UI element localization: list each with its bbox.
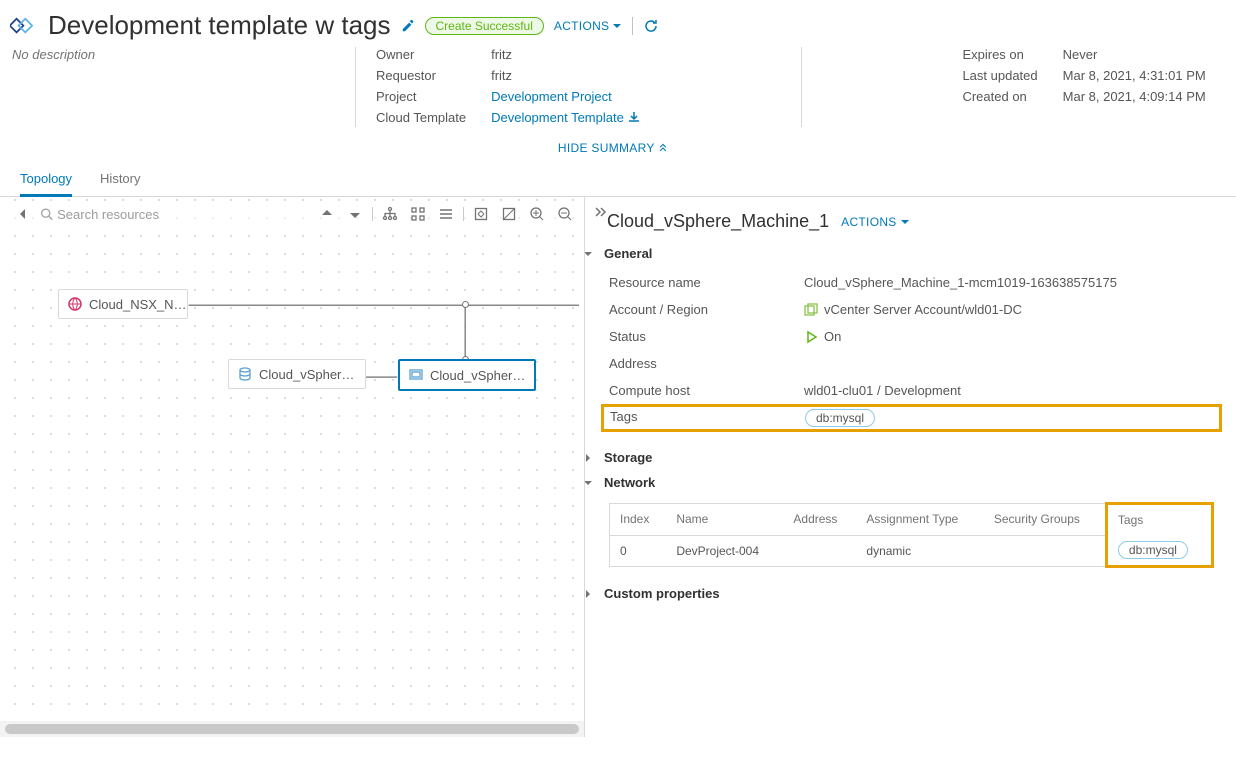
- col-security-groups: Security Groups: [984, 504, 1107, 536]
- status-value: On: [824, 329, 841, 344]
- col-index: Index: [610, 504, 667, 536]
- layout-tree-button[interactable]: [379, 203, 401, 225]
- topology-node-vsphere-machine[interactable]: Cloud_vSpher…: [398, 359, 536, 391]
- cell-index: 0: [610, 535, 667, 567]
- search-icon: [40, 207, 53, 221]
- tag-pill: db:mysql: [805, 409, 875, 427]
- resource-actions-dropdown[interactable]: ACTIONS: [841, 215, 909, 229]
- owner-value: fritz: [491, 47, 641, 62]
- cell-address: [783, 535, 856, 567]
- updated-label: Last updated: [962, 68, 1037, 83]
- chevron-down-icon: [585, 477, 594, 489]
- compute-host-label: Compute host: [609, 383, 804, 398]
- col-name: Name: [666, 504, 783, 536]
- vm-icon: [408, 367, 424, 383]
- tags-label: Tags: [610, 409, 805, 427]
- vcenter-icon: [804, 303, 818, 317]
- cell-name: DevProject-004: [666, 535, 783, 567]
- updated-value: Mar 8, 2021, 4:31:01 PM: [1063, 68, 1206, 83]
- network-icon: [67, 296, 83, 312]
- col-tags: Tags: [1106, 504, 1212, 536]
- chevron-right-icon: [585, 588, 594, 600]
- fit-screen-button[interactable]: [470, 203, 492, 225]
- cell-security-groups: [984, 535, 1107, 567]
- app-logo-icon: [10, 14, 38, 38]
- collapse-panel-button[interactable]: [12, 203, 34, 225]
- created-label: Created on: [962, 89, 1037, 104]
- status-label: Status: [609, 329, 804, 344]
- section-toggle-storage[interactable]: Storage: [585, 450, 1214, 465]
- tag-pill: db:mysql: [1118, 541, 1188, 559]
- account-region-value: vCenter Server Account/wld01-DC: [824, 302, 1022, 317]
- power-on-icon: [804, 330, 818, 344]
- expires-value: Never: [1063, 47, 1206, 62]
- table-row[interactable]: 0 DevProject-004 dynamic db:mysql: [610, 535, 1213, 567]
- double-chevron-right-icon: [593, 205, 607, 219]
- chevron-left-icon: [15, 206, 31, 222]
- tab-history[interactable]: History: [100, 163, 140, 196]
- layout-list-button[interactable]: [435, 203, 457, 225]
- section-toggle-general[interactable]: General: [585, 246, 1214, 261]
- layout-grid-button[interactable]: [407, 203, 429, 225]
- canvas-search-input[interactable]: [57, 205, 310, 224]
- zoom-in-button[interactable]: [526, 203, 548, 225]
- resource-name-label: Resource name: [609, 275, 804, 290]
- project-link[interactable]: Development Project: [491, 89, 612, 104]
- resource-name-value: Cloud_vSphere_Machine_1-mcm1019-16363857…: [804, 275, 1214, 290]
- deployment-actions-dropdown[interactable]: ACTIONS: [554, 19, 622, 33]
- account-region-label: Account / Region: [609, 302, 804, 317]
- page-title: Development template w tags: [48, 10, 391, 41]
- divider: [632, 17, 633, 35]
- canvas-scrollbar[interactable]: [0, 721, 584, 737]
- address-label: Address: [609, 356, 804, 371]
- project-label: Project: [376, 89, 466, 104]
- resource-title: Cloud_vSphere_Machine_1: [607, 211, 829, 232]
- owner-label: Owner: [376, 47, 466, 62]
- cloud-template-link[interactable]: Development Template: [491, 110, 624, 125]
- chevron-down-icon: [585, 248, 594, 260]
- address-value: [804, 356, 1214, 371]
- table-header-row: Index Name Address Assignment Type Secur…: [610, 504, 1213, 536]
- connector-junction-icon: [462, 301, 469, 308]
- double-chevron-up-icon: [658, 143, 668, 153]
- col-assignment-type: Assignment Type: [856, 504, 983, 536]
- expires-label: Expires on: [962, 47, 1037, 62]
- chevron-right-icon: [585, 452, 594, 464]
- details-panel: Cloud_vSphere_Machine_1 ACTIONS General …: [585, 197, 1236, 737]
- requestor-value: fritz: [491, 68, 641, 83]
- compute-host-value: wld01-clu01 / Development: [804, 383, 1214, 398]
- refresh-icon[interactable]: [643, 18, 659, 34]
- actual-size-button[interactable]: [498, 203, 520, 225]
- status-badge: Create Successful: [425, 17, 544, 35]
- cell-assignment-type: dynamic: [856, 535, 983, 567]
- chevron-down-icon: [612, 21, 622, 31]
- section-toggle-network[interactable]: Network: [585, 475, 1214, 490]
- nav-up-button[interactable]: [316, 203, 338, 225]
- download-icon[interactable]: [627, 110, 641, 127]
- nav-down-button[interactable]: [344, 203, 366, 225]
- cloud-template-label: Cloud Template: [376, 110, 466, 127]
- network-table: Index Name Address Assignment Type Secur…: [609, 502, 1214, 568]
- section-toggle-custom-properties[interactable]: Custom properties: [585, 586, 1214, 601]
- cell-tags: db:mysql: [1106, 535, 1212, 567]
- edit-icon[interactable]: [401, 19, 415, 33]
- database-icon: [237, 366, 253, 382]
- expand-panel-button[interactable]: [593, 205, 607, 222]
- description-placeholder: No description: [10, 47, 315, 62]
- topology-node-nsx-network[interactable]: Cloud_NSX_N…: [58, 289, 188, 319]
- requestor-label: Requestor: [376, 68, 466, 83]
- created-value: Mar 8, 2021, 4:09:14 PM: [1063, 89, 1206, 104]
- hide-summary-toggle[interactable]: HIDE SUMMARY: [10, 127, 1216, 163]
- col-address: Address: [783, 504, 856, 536]
- zoom-out-button[interactable]: [554, 203, 576, 225]
- tab-topology[interactable]: Topology: [20, 163, 72, 197]
- topology-canvas[interactable]: Cloud_NSX_N… Cloud_vSpher… Cloud_vSpher…: [0, 197, 585, 737]
- topology-node-vsphere-db[interactable]: Cloud_vSpher…: [228, 359, 366, 389]
- chevron-down-icon: [900, 217, 910, 227]
